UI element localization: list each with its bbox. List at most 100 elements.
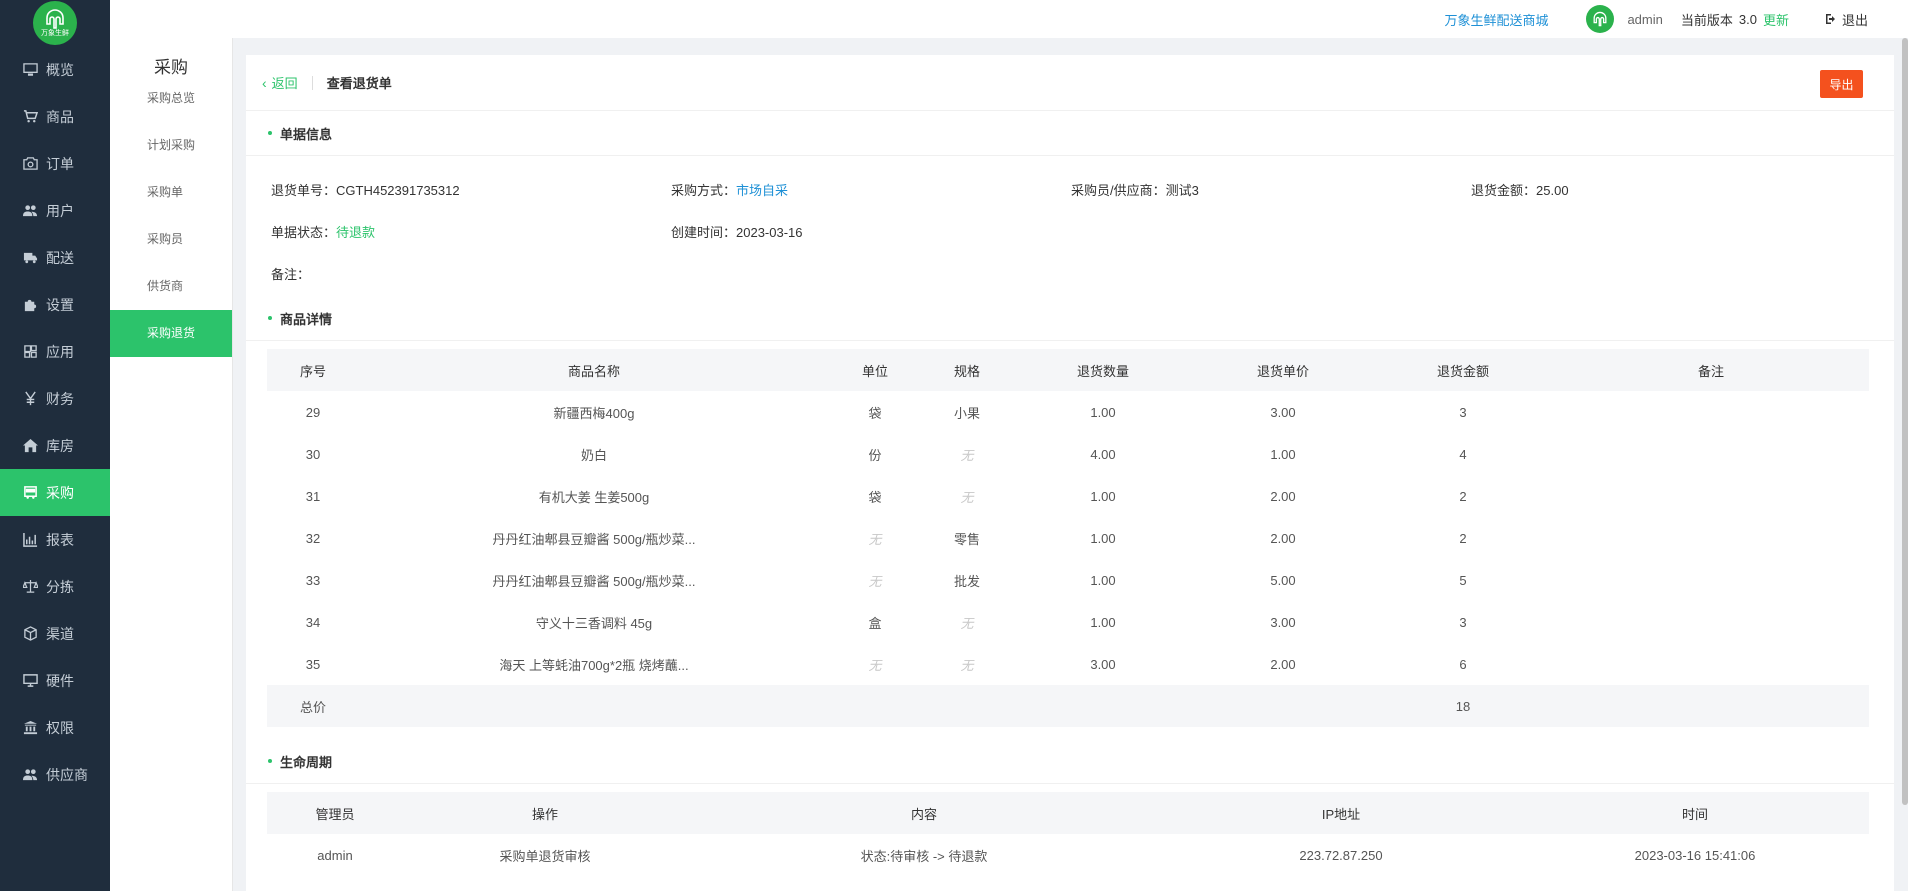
nav-item-7[interactable]: 财务: [0, 375, 110, 422]
page-scrollbar[interactable]: [1902, 38, 1908, 805]
back-button[interactable]: ‹ 返回: [262, 73, 298, 92]
table-row: 29 新疆西梅400g 袋 小果 1.00 3.00 3: [267, 391, 1869, 433]
table-cell: 无: [960, 615, 974, 631]
subnav-item-3[interactable]: 采购员: [110, 216, 232, 263]
return-amount: 退货金额：25.00: [1471, 182, 1569, 198]
nav-item-10[interactable]: 报表: [0, 516, 110, 563]
nav-item-label: 分拣: [46, 578, 74, 595]
lifecycle-table-header: 管理员 操作 内容 IP地址 时间: [267, 792, 1869, 834]
nav-item-2[interactable]: 订单: [0, 140, 110, 187]
main-content: ‹ 返回 查看退货单 导出 单据信息 退货单号：CGTH452391735312…: [246, 55, 1894, 891]
avatar[interactable]: [1586, 5, 1615, 33]
nav-item-6[interactable]: 应用: [0, 328, 110, 375]
nav-item-label: 配送: [46, 249, 74, 266]
nav-item-0[interactable]: 概览: [0, 46, 110, 93]
subnav-item-0[interactable]: 采购总览: [110, 75, 232, 122]
table-cell: [1553, 433, 1869, 475]
table-cell: [1013, 685, 1193, 727]
table-cell: 4: [1459, 446, 1467, 462]
cart-icon: [22, 109, 38, 125]
nav-item-3[interactable]: 用户: [0, 187, 110, 234]
table-cell: 丹丹红油郫县豆瓣酱 500g/瓶炒菜...: [492, 573, 696, 589]
nav-item-12[interactable]: 渠道: [0, 610, 110, 657]
subnav-item-1[interactable]: 计划采购: [110, 122, 232, 169]
logout-button[interactable]: 退出: [1825, 10, 1868, 29]
back-label: 返回: [271, 76, 298, 91]
table-cell: 2.00: [1270, 656, 1296, 672]
table-cell: 33: [305, 572, 321, 588]
table-cell: 海天 上等蚝油700g*2瓶 烧烤蘸...: [499, 657, 689, 673]
table-cell: 32: [305, 530, 321, 546]
nav-item-14[interactable]: 权限: [0, 704, 110, 751]
goods-table: 序号 商品名称 单位 规格 退货数量 退货单价 退货金额 备注 29 新疆西梅400g 袋 小果 1.…: [267, 349, 1869, 727]
table-cell: 1.00: [1090, 614, 1116, 630]
nav-item-13[interactable]: 硬件: [0, 657, 110, 704]
logo[interactable]: 万象生鲜: [0, 0, 110, 46]
nav-item-9[interactable]: 采购: [0, 469, 110, 516]
table-cell: 3.00: [1270, 404, 1296, 420]
table-cell: 5.00: [1270, 572, 1296, 588]
table-cell: 30: [305, 446, 321, 462]
export-button[interactable]: 导出: [1820, 70, 1863, 98]
bullet-icon: [268, 759, 272, 763]
table-cell: 份: [868, 447, 882, 463]
subnav-item-2[interactable]: 采购单: [110, 169, 232, 216]
column-header: 退货单价: [1193, 349, 1373, 391]
main-sidebar: 万象生鲜 概览商品订单 用户配送设置应用 财务 库房 采购报表分拣渠道硬件权限 供应商: [0, 0, 110, 891]
nav-item-5[interactable]: 设置: [0, 281, 110, 328]
goods-table-body: 29 新疆西梅400g 袋小果 1.00 3.00 3 30 奶白份无 4.00 1.00 4 31 有…: [267, 391, 1869, 727]
info-row: 退货单号：CGTH452391735312 采购方式：市场自采 采购员/供应商：…: [271, 168, 1894, 210]
lifecycle-table: 管理员 操作 内容 IP地址 时间 admin 采购单退货审核 状态:待审核 -> 待退款 2…: [267, 792, 1869, 876]
purchase-method: 采购方式：市场自采: [671, 182, 789, 198]
nav-item-label: 报表: [46, 531, 74, 548]
bar-chart-icon: [22, 532, 38, 548]
table-cell: 袋: [868, 405, 882, 421]
table-cell: [1553, 391, 1869, 433]
table-cell: 4.00: [1090, 446, 1116, 462]
page-header: ‹ 返回 查看退货单 导出: [246, 55, 1894, 111]
table-cell: 守义十三香调料 45g: [535, 615, 653, 631]
page-title: 查看退货单: [326, 76, 392, 91]
nav-item-11[interactable]: 分拣: [0, 563, 110, 610]
table-row: 34 守义十三香调料 45g 盒 无 1.00 3.00 3: [267, 601, 1869, 643]
column-header: 备注: [1553, 349, 1869, 391]
nav-item-15[interactable]: 供应商: [0, 751, 110, 798]
table-cell: 1.00: [1090, 488, 1116, 504]
buyer-supplier: 采购员/供应商：测试3: [1071, 182, 1199, 198]
table-cell: [1553, 685, 1869, 727]
users-icon: [22, 203, 38, 219]
scale-icon: [22, 579, 38, 595]
update-link[interactable]: 更新: [1763, 10, 1789, 29]
section-title-lifecycle: 生命周期: [246, 739, 1894, 784]
nav-item-1[interactable]: 商品: [0, 93, 110, 140]
table-cell: 1.00: [1090, 530, 1116, 546]
nav-item-label: 设置: [46, 296, 74, 313]
goods-table-header: 序号 商品名称 单位 规格 退货数量 退货单价 退货金额 备注: [267, 349, 1869, 391]
remark: 备注：: [271, 266, 311, 282]
subnav-item-5[interactable]: 采购退货: [110, 310, 232, 357]
table-row: 35 海天 上等蚝油700g*2瓶 烧烤蘸... 无 无 3.00 2.00 6: [267, 643, 1869, 685]
nav-item-label: 商品: [46, 108, 74, 125]
table-cell: [1193, 685, 1373, 727]
camera-icon: [22, 156, 38, 172]
desktop-icon: [22, 673, 38, 689]
nav-item-8[interactable]: 库房: [0, 422, 110, 469]
subnav-item-4[interactable]: 供货商: [110, 263, 232, 310]
bullet-icon: [268, 316, 272, 320]
table-cell: 丹丹红油郫县豆瓣酱 500g/瓶炒菜...: [492, 531, 696, 547]
column-header: 商品名称: [359, 349, 829, 391]
shop-link[interactable]: 万象生鲜配送商城: [1444, 10, 1548, 29]
table-cell: [1553, 559, 1869, 601]
bank-icon: [22, 720, 38, 736]
section-title-goods: 商品详情: [246, 296, 1894, 341]
table-cell: 盒: [868, 615, 882, 631]
nav-item-4[interactable]: 配送: [0, 234, 110, 281]
column-header: 单位: [829, 349, 921, 391]
table-cell: 1.00: [1270, 446, 1296, 462]
table-cell: 零售: [953, 531, 980, 547]
nav-item-label: 硬件: [46, 672, 74, 689]
table-cell: 35: [305, 656, 321, 672]
user-name[interactable]: admin: [1627, 12, 1662, 27]
table-cell: 2: [1459, 530, 1467, 546]
total-value: 18: [1373, 685, 1553, 727]
